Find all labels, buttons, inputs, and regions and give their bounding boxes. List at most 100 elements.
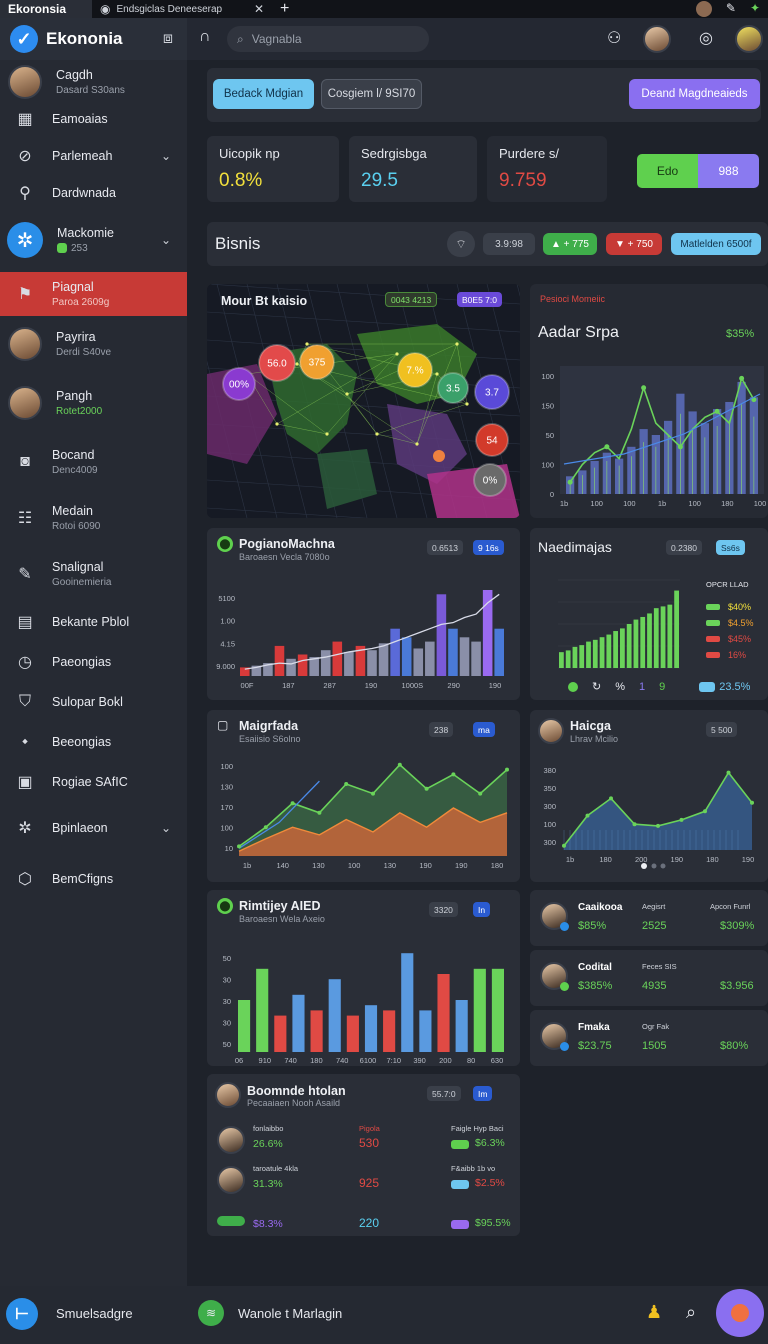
table-tag[interactable]: Im — [473, 1086, 493, 1101]
sidebar-item-8[interactable]: ◙ Bocand Denc4009 — [0, 434, 187, 490]
bar — [419, 1010, 432, 1052]
series-point — [679, 817, 684, 822]
legend-swatch — [706, 604, 720, 610]
primary-action-button[interactable]: Bedack Mdgian — [213, 79, 314, 109]
sidebar-item-4[interactable]: ✲ Mackomie 253 ⌄ — [0, 208, 187, 272]
chevron-down-icon[interactable]: ⌄ — [161, 149, 171, 163]
sidebar-item-2[interactable]: ⊘ Parlemeah ⌄ — [0, 134, 187, 178]
user-icon[interactable]: ⚇ — [607, 28, 621, 48]
bar — [332, 641, 343, 676]
close-icon[interactable]: ✕ — [254, 2, 264, 16]
series-point — [371, 791, 375, 796]
row-right-value: $2.5% — [475, 1177, 505, 1189]
bottom-bar: ⊢ Smuelsadgre ≋ Wanole t Marlagin ♟ ⌕ — [0, 1286, 768, 1344]
x-tick-label: 190 — [365, 681, 378, 690]
sidebar-item-14[interactable]: ⬩ Beeongias — [0, 722, 187, 762]
tag-icon: ⬩ — [22, 733, 28, 750]
sidebar-item-6[interactable]: Payrira Derdi S40ve — [0, 316, 187, 372]
app-name: Ekononia — [46, 29, 123, 48]
world-map[interactable]: 00% 56.0 375 7.% 3.5 3.7 54 0% — [207, 284, 520, 518]
series-point — [237, 844, 241, 849]
bar — [613, 631, 618, 668]
x-tick-label: 100 — [623, 499, 636, 508]
series-point — [451, 772, 456, 777]
fab-button[interactable] — [716, 1289, 764, 1337]
sidebar-item-11[interactable]: ▤ Bekante Pblol — [0, 602, 187, 642]
legend-swatch — [706, 652, 720, 658]
person-value: $3.956 — [720, 980, 754, 992]
secondary-action-button[interactable]: Cosgiem l/ 9SI70 — [321, 79, 422, 109]
sidebar-item-1[interactable]: ▦ Eamoaias — [0, 104, 187, 134]
home-button[interactable]: ⊢ — [6, 1298, 38, 1330]
up-pill[interactable]: ▲ + 775 — [543, 233, 597, 255]
edit-icon[interactable]: ✎ — [726, 1, 736, 17]
y-tick-label: 350 — [543, 784, 556, 793]
y-tick-label: 100 — [220, 762, 233, 771]
trend-point — [677, 444, 683, 450]
sidebar-item-3[interactable]: ⚲ Dardwnada — [0, 178, 187, 208]
sidebar-item-16[interactable]: ✲ Bpinlaeon ⌄ — [0, 802, 187, 854]
avatar[interactable] — [643, 25, 671, 53]
leaf-icon[interactable]: ✦ — [750, 1, 760, 17]
location-icon — [731, 1304, 749, 1322]
sidebar-item-5[interactable]: ⚑ Piagnal Paroa 2609g — [0, 272, 187, 316]
filter-pill[interactable]: Matlelden 6500f — [671, 233, 761, 255]
person-card[interactable]: Caaikooa Aegisrt Apcon Funrl $85% 2525 $309% — [530, 890, 768, 946]
sidebar-item-7[interactable]: Pangh Rotet2000 — [0, 372, 187, 434]
pen-icon: ✎ — [18, 566, 32, 583]
tab-2[interactable]: ◉ Endsgiclas Deneeserap ✕ — [92, 0, 272, 18]
sidebar-item-12[interactable]: ◷ Paeongias — [0, 642, 187, 682]
x-tick-label: 7:10 — [386, 1056, 401, 1065]
avatar — [8, 327, 42, 361]
sidebar-item-9[interactable]: ☷ Medain Rotoi 6090 — [0, 490, 187, 546]
tab-1[interactable]: Ekoronsia — [0, 0, 92, 18]
refresh-icon[interactable]: ↻ — [592, 680, 601, 693]
table-tag[interactable]: 55.7:0 — [427, 1086, 461, 1101]
bar — [626, 624, 632, 668]
search-icon[interactable]: ⌕ — [686, 1302, 696, 1323]
help-icon[interactable]: ◎ — [699, 28, 713, 48]
sidebar-item-13[interactable]: ⛉ Sulopar Bokl — [0, 682, 187, 722]
x-tick-label: 200 — [635, 855, 648, 864]
avatar[interactable] — [735, 25, 763, 53]
chevron-down-icon[interactable]: ⌄ — [161, 821, 171, 835]
bottom-left-label[interactable]: Smuelsadgre — [56, 1306, 133, 1321]
person-card[interactable]: Codital Feces SIS $385% 4935 $3.956 — [530, 950, 768, 1006]
series-point — [726, 770, 731, 775]
bar — [436, 594, 447, 676]
toggle-switch[interactable]: Edo 988 — [637, 154, 759, 188]
settings-icon: ✲ — [18, 820, 32, 837]
check-circle-icon: ⊘ — [18, 148, 32, 165]
sidebar-item-17[interactable]: ⬡ BemCfigns — [0, 854, 187, 904]
headphones-icon[interactable]: ∩ — [199, 28, 211, 46]
range-pill[interactable]: 3.9:98 — [483, 233, 535, 255]
chevron-down-icon[interactable]: ⌄ — [161, 233, 171, 247]
row-mid-value: 220 — [359, 1216, 380, 1230]
footer-value: % — [615, 680, 625, 693]
down-pill[interactable]: ▼ + 750 — [606, 233, 662, 255]
map-node — [455, 342, 459, 346]
table-panel-c7: Boomnde htolan Pecaaiaen Nooh Asaild 55.… — [207, 1074, 520, 1236]
search-input[interactable]: ⌕ Vagnabla — [227, 26, 429, 52]
person-card[interactable]: Fmaka Ogr Fak $23.75 1505 $80% — [530, 1010, 768, 1066]
status-dot-icon — [57, 243, 67, 253]
toggle-left[interactable]: Edo — [637, 154, 698, 188]
demand-button[interactable]: Deand Magdneaieds — [629, 79, 760, 109]
sidebar-item-0[interactable]: Cagdh Dasard S30ans — [0, 60, 187, 104]
map-node — [395, 352, 399, 356]
bolt-icon[interactable]: ≋ — [198, 1300, 224, 1326]
toggle-right[interactable]: 988 — [698, 154, 759, 188]
x-tick-label: 290 — [447, 681, 460, 690]
person-icon[interactable]: ♟ — [646, 1302, 662, 1323]
filter-icon[interactable]: ⌔ — [447, 231, 475, 257]
avatar[interactable] — [695, 1, 712, 17]
x-tick-label: 100 — [688, 499, 701, 508]
chart-panel-c4: ▢ Maigrfada Esaiisio S6olno 238 ma 100 13… — [207, 710, 520, 882]
series-point — [585, 813, 590, 818]
sidebar-item-15[interactable]: ▣ Rogiae SAfIC — [0, 762, 187, 802]
sidebar-item-10[interactable]: ✎ Snalignal Gooinemieria — [0, 546, 187, 602]
row-right-label: Faigle Hyp Baci — [451, 1124, 504, 1133]
chat-icon[interactable]: ⧈ — [163, 30, 173, 48]
new-tab-button[interactable]: + — [272, 0, 297, 18]
bottom-mid-label[interactable]: Wanole t Marlagin — [238, 1306, 342, 1321]
